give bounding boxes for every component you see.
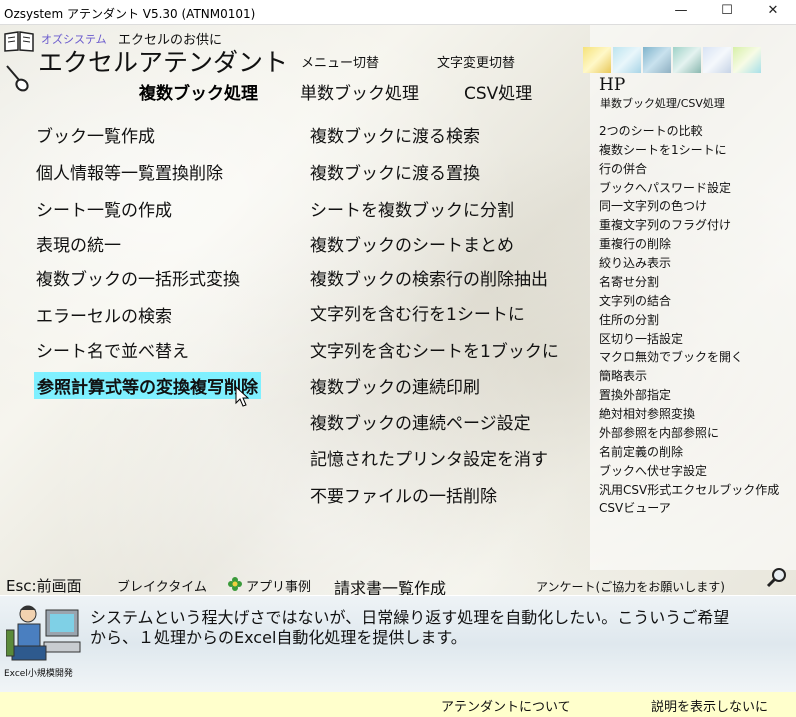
right-item-password[interactable]: ブックへパスワード設定 [599,179,731,196]
window-title: Ozsystem アテンダント V5.30 (ATNM0101) [4,7,256,21]
status-bar: アテンダントについて 説明を表示しないに [0,692,796,717]
hide-description-link[interactable]: 説明を表示しないに [651,696,768,715]
app-name: エクセルアテンダント [38,48,289,77]
pc-user-icon [6,605,81,661]
instrument-icon [6,65,29,92]
menu-reference-formula[interactable]: 参照計算式等の変換複写削除 [34,372,261,399]
right-item-delete-dup[interactable]: 重複行の削除 [599,235,671,252]
title-bar: Ozsystem アテンダント V5.30 (ATNM0101) — ☐ ✕ [0,0,796,25]
tab-multi-book[interactable]: 複数ブック処理 [139,79,258,104]
app-examples-link[interactable]: アプリ事例 [246,576,311,595]
right-item-csv-viewer[interactable]: CSVビューア [599,499,671,516]
description-caption: Excel小規模開発 [4,669,73,679]
menu-batch-page-setup[interactable]: 複数ブックの連続ページ設定 [310,409,531,434]
right-item-ext-to-int[interactable]: 外部参照を内部参照に [599,424,719,441]
right-item-group-split[interactable]: 名寄せ分割 [599,273,659,290]
right-item-csv-book[interactable]: 汎用CSV形式エクセルブック作成 [599,481,779,498]
description-panel: Excel小規模開発 システムという程大げさではないが、日常繰り返す処理を自動化… [0,596,796,692]
about-link[interactable]: アテンダントについて [441,696,571,715]
theme-swatch-1[interactable] [583,47,611,73]
right-item-address-split[interactable]: 住所の分割 [599,311,659,328]
right-item-abs-rel[interactable]: 絶対相対参照変換 [599,405,695,422]
right-item-mask[interactable]: ブックへ伏せ字設定 [599,462,707,479]
magnifier-icon[interactable] [766,567,788,589]
invoice-list-link[interactable]: 請求書一覧作成 [334,575,446,595]
flower-icon [228,577,242,591]
right-item-delete-names[interactable]: 名前定義の削除 [599,443,683,460]
right-item-simple-view[interactable]: 簡略表示 [599,367,647,384]
menu-multi-replace[interactable]: 複数ブックに渡る置換 [310,159,480,184]
menu-delete-extract-rows[interactable]: 複数ブックの検索行の削除抽出 [310,265,548,290]
menu-book-list[interactable]: ブック一覧作成 [36,122,155,147]
close-button[interactable]: ✕ [750,0,796,24]
tab-csv[interactable]: CSV処理 [464,79,532,104]
menu-sheets-to-book[interactable]: 文字列を含むシートを1ブックに [310,337,559,362]
theme-swatch-2[interactable] [613,47,641,73]
survey-link[interactable]: アンケート(ご協力をお願いします) [536,578,725,595]
maximize-button[interactable]: ☐ [704,0,750,24]
menu-error-cell-search[interactable]: エラーセルの検索 [36,302,172,327]
right-item-compare[interactable]: 2つのシートの比較 [599,122,703,139]
hp-link[interactable]: HP [599,75,625,95]
theme-swatch-5[interactable] [703,47,731,73]
main-panel: オズシステム エクセルのお供に エクセルアテンダント メニュー切替 文字変更切替… [0,25,796,595]
menu-clear-printer[interactable]: 記憶されたプリンタ設定を消す [310,445,548,470]
right-item-concat[interactable]: 文字列の結合 [599,292,671,309]
menu-sort-by-sheet[interactable]: シート名で並べ替え [36,337,189,362]
right-item-delimiter[interactable]: 区切り一括設定 [599,330,683,347]
minimize-button[interactable]: — [658,0,704,24]
right-item-color-same[interactable]: 同一文字列の色つけ [599,197,707,214]
hp-sub-link[interactable]: 単数ブック処理/CSV処理 [600,95,725,111]
esc-back-button[interactable]: Esc:前画面 [6,575,82,595]
menu-split-sheets[interactable]: シートを複数ブックに分割 [310,196,514,221]
theme-swatch-4[interactable] [673,47,701,73]
menu-switch-button[interactable]: メニュー切替 [301,52,379,71]
cursor-icon [235,386,249,407]
right-item-no-macro[interactable]: マクロ無効でブックを開く [599,348,743,365]
menu-sheet-list[interactable]: シート一覧の作成 [36,196,172,221]
menu-delete-files[interactable]: 不要ファイルの一括削除 [310,482,497,507]
description-line-2: から、１処理からのExcel自動化処理を提供します。 [90,628,467,647]
menu-merge-sheets[interactable]: 複数ブックのシートまとめ [310,231,514,256]
right-item-merge-rows[interactable]: 行の併合 [599,160,647,177]
menu-rows-to-sheet[interactable]: 文字列を含む行を1シートに [310,300,525,325]
theme-swatch-6[interactable] [733,47,761,73]
break-time-link[interactable]: ブレイクタイム [117,576,207,595]
char-change-button[interactable]: 文字変更切替 [437,52,515,71]
right-item-filter[interactable]: 絞り込み表示 [599,254,671,271]
tab-single-book[interactable]: 単数ブック処理 [300,79,419,104]
menu-batch-format[interactable]: 複数ブックの一括形式変換 [36,265,240,290]
menu-multi-search[interactable]: 複数ブックに渡る検索 [310,122,480,147]
right-item-replace-ext[interactable]: 置換外部指定 [599,386,671,403]
menu-batch-print[interactable]: 複数ブックの連続印刷 [310,373,480,398]
book-icon [4,31,34,52]
menu-personal-info[interactable]: 個人情報等一覧置換削除 [36,159,223,184]
right-item-flag-dup[interactable]: 重複文字列のフラグ付け [599,216,731,233]
theme-swatch-3[interactable] [643,47,671,73]
right-item-merge-sheets[interactable]: 複数シートを1シートに [599,141,727,158]
menu-unify-expression[interactable]: 表現の統一 [36,231,121,256]
